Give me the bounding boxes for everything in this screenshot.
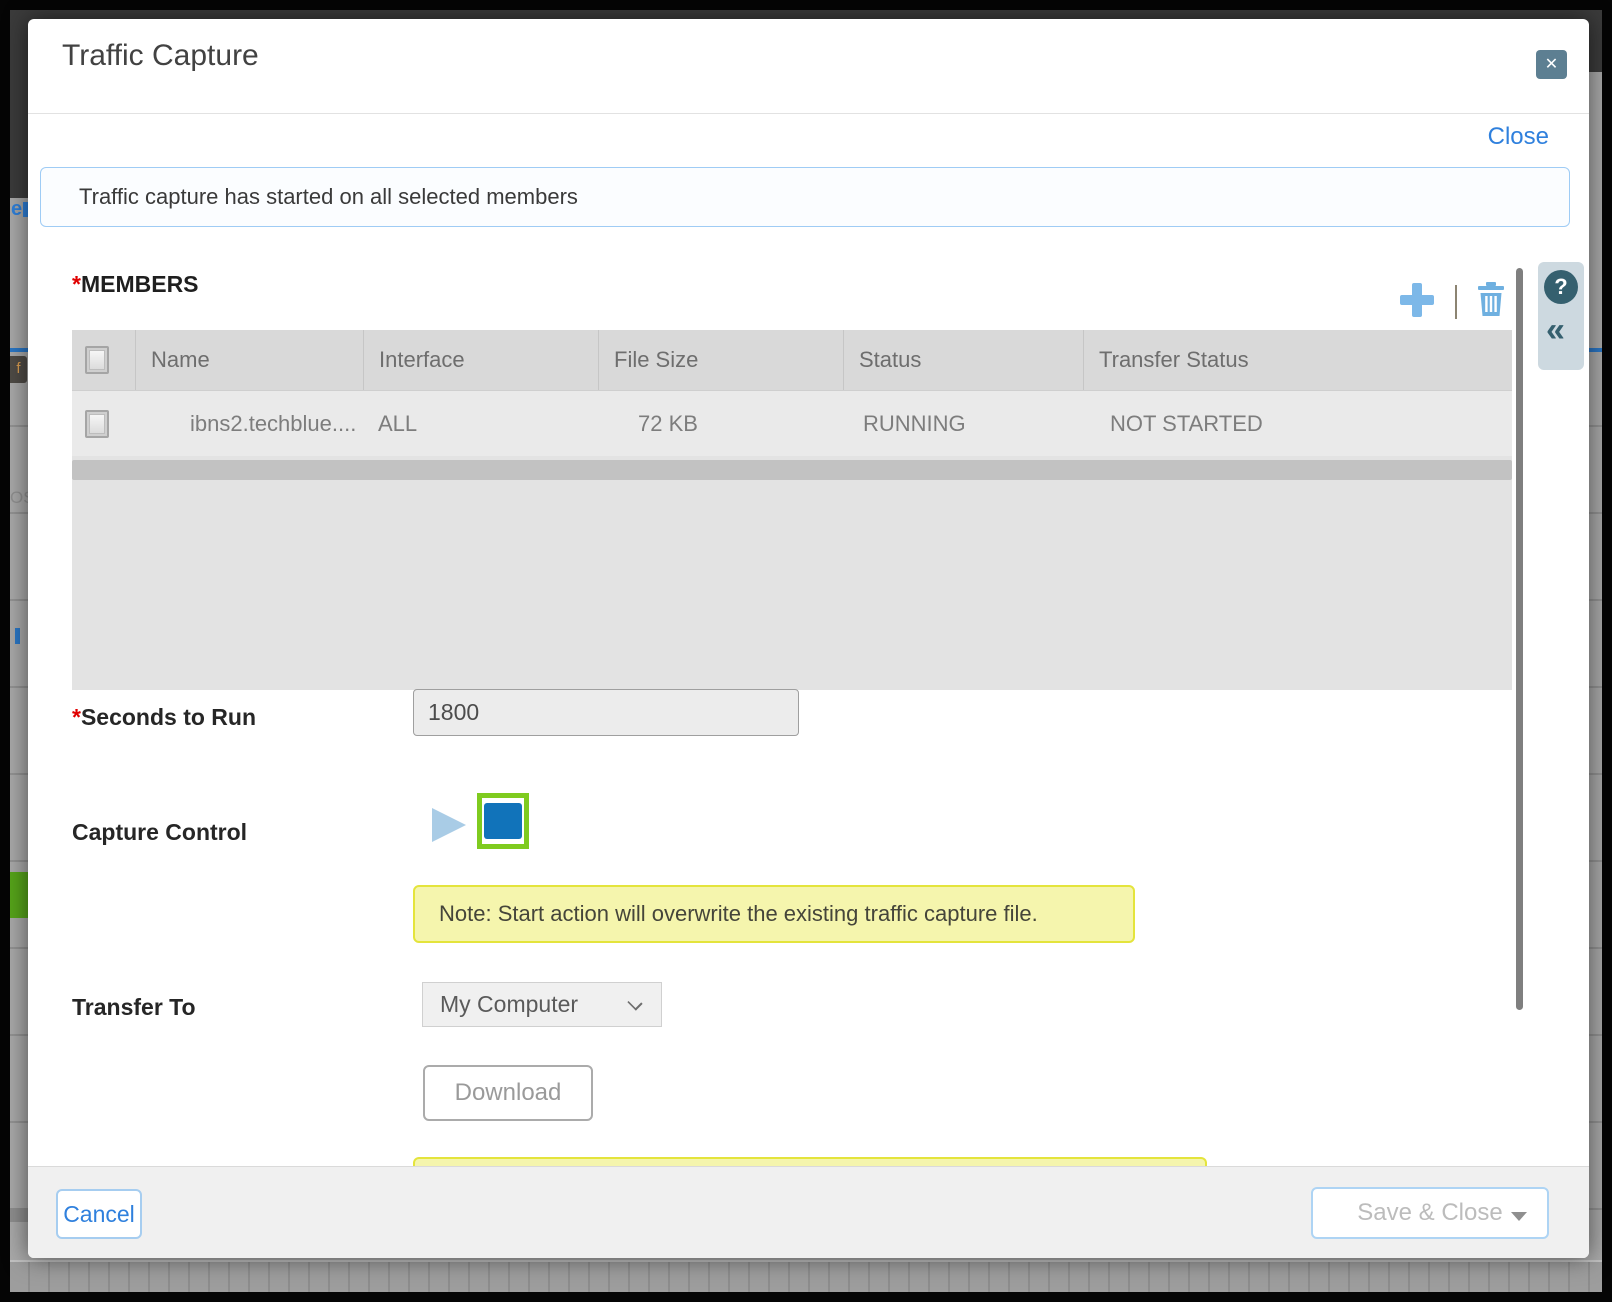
- seconds-label-text: Seconds to Run: [81, 704, 256, 730]
- trash-icon: [1476, 282, 1506, 317]
- column-header-name[interactable]: Name: [135, 330, 363, 390]
- toolbar-separator: [1455, 285, 1457, 319]
- row-status-cell: RUNNING: [843, 391, 1083, 456]
- row-name-cell: ibns2.techblue....: [135, 391, 363, 456]
- row-transfer-status-cell: NOT STARTED: [1083, 391, 1512, 456]
- screenshot-frame: e f OS Traffic Capture ✕ Close Traffic c…: [0, 0, 1612, 1302]
- background-gray-cell: [10, 1208, 28, 1222]
- delete-member-icon[interactable]: [1476, 282, 1506, 317]
- table-row[interactable]: ibns2.techblue.... ALL 72 KB RUNNING NOT…: [72, 390, 1512, 456]
- members-section-label: *MEMBERS: [72, 271, 199, 298]
- select-all-checkbox[interactable]: [85, 346, 109, 374]
- members-table-header: Name Interface File Size Status Transfer…: [72, 330, 1512, 390]
- traffic-capture-dialog: Traffic Capture ✕ Close Traffic capture …: [28, 19, 1589, 1258]
- add-member-icon[interactable]: [1400, 283, 1434, 317]
- row-interface-cell: ALL: [363, 391, 598, 456]
- background-left-dark-block: [10, 10, 28, 198]
- row-checkbox[interactable]: [85, 410, 109, 438]
- members-label-text: MEMBERS: [81, 271, 199, 297]
- dialog-footer: Cancel Save & Close: [28, 1166, 1589, 1258]
- save-and-close-button[interactable]: Save & Close: [1311, 1187, 1549, 1239]
- transfer-to-select[interactable]: My Computer: [422, 982, 662, 1027]
- select-all-cell: [72, 330, 135, 390]
- dialog-vertical-scrollbar[interactable]: [1516, 268, 1523, 1010]
- seconds-required-marker: *: [72, 704, 81, 730]
- column-header-interface[interactable]: Interface: [363, 330, 598, 390]
- background-table-rows-right: [1589, 340, 1602, 1252]
- save-and-close-label: Save & Close: [1357, 1199, 1502, 1226]
- caret-down-icon: [1511, 1212, 1527, 1221]
- status-message-banner: Traffic capture has started on all selec…: [40, 167, 1570, 227]
- dialog-close-x-button[interactable]: ✕: [1536, 50, 1567, 79]
- stop-capture-icon[interactable]: [484, 803, 522, 839]
- members-table: Name Interface File Size Status Transfer…: [72, 330, 1512, 690]
- capture-control-label: Capture Control: [72, 819, 247, 846]
- background-green-cell: [10, 872, 28, 918]
- overwrite-note: Note: Start action will overwrite the ex…: [413, 885, 1135, 943]
- background-horizontal-scrollbar[interactable]: [10, 1260, 1602, 1292]
- transfer-to-value: My Computer: [440, 991, 578, 1017]
- background-table-rows-left: [10, 340, 28, 1252]
- column-header-transfer-status[interactable]: Transfer Status: [1083, 330, 1512, 390]
- seconds-to-run-input[interactable]: [413, 689, 799, 736]
- row-select-cell: [72, 391, 135, 456]
- close-link[interactable]: Close: [1488, 123, 1549, 151]
- download-button[interactable]: Download: [423, 1065, 593, 1121]
- table-horizontal-scrollbar[interactable]: [72, 460, 1512, 480]
- members-required-marker: *: [72, 271, 81, 297]
- help-icon[interactable]: ?: [1544, 270, 1578, 304]
- column-header-file-size[interactable]: File Size: [598, 330, 843, 390]
- column-header-status[interactable]: Status: [843, 330, 1083, 390]
- seconds-to-run-label: *Seconds to Run: [72, 704, 256, 731]
- dialog-title: Traffic Capture: [62, 39, 259, 73]
- transfer-to-label: Transfer To: [72, 994, 196, 1021]
- cancel-button[interactable]: Cancel: [56, 1189, 142, 1239]
- side-help-panel: ? «: [1538, 262, 1584, 370]
- chevron-down-icon: [627, 995, 642, 1010]
- background-page: e f OS Traffic Capture ✕ Close Traffic c…: [10, 10, 1602, 1292]
- title-divider: [28, 113, 1589, 114]
- row-file-size-cell: 72 KB: [598, 391, 843, 456]
- stop-capture-highlight: [477, 793, 529, 849]
- start-capture-icon[interactable]: [432, 808, 466, 842]
- collapse-panel-icon[interactable]: «: [1546, 310, 1576, 350]
- background-text-fragment: e: [11, 198, 22, 221]
